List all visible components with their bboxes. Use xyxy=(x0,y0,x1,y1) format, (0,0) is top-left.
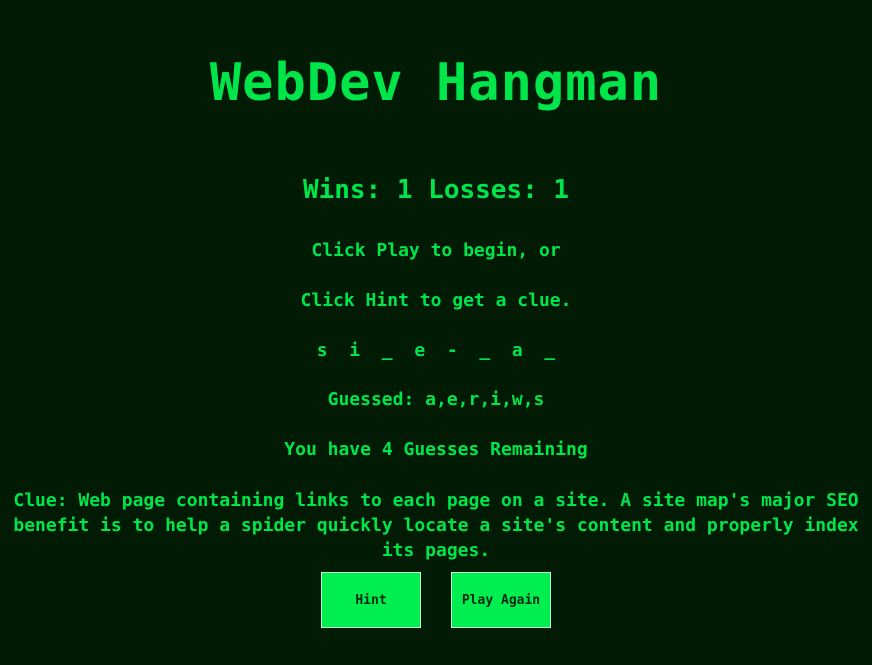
play-again-button[interactable]: Play Again xyxy=(451,572,551,628)
hint-button[interactable]: Hint xyxy=(321,572,421,628)
clue-text: Clue: Web page containing links to each … xyxy=(13,490,859,561)
instruction-play: Click Play to begin, or xyxy=(311,240,561,261)
puzzle-word: s i _ e - _ a _ xyxy=(316,340,556,361)
score-display: Wins: 1 Losses: 1 xyxy=(302,175,570,205)
instruction-hint: Click Hint to get a clue. xyxy=(300,290,572,311)
game-title: WebDev Hangman xyxy=(209,53,663,113)
guessed-letters: Guessed: a,e,r,i,w,s xyxy=(327,389,545,410)
guesses-remaining: You have 4 Guesses Remaining xyxy=(284,439,588,460)
